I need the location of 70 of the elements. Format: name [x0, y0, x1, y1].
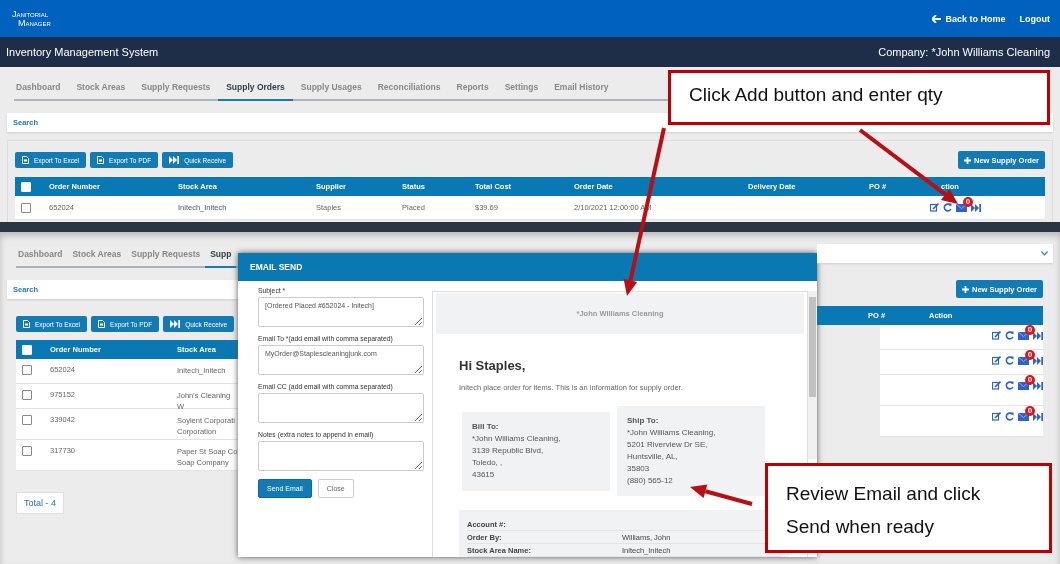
address-text: *John Williams Cleaning, 3139 Republic Blvd, Toledo, , 43615 — [472, 433, 562, 481]
dialog-title: EMAIL SEND — [250, 262, 303, 272]
document-icon — [23, 320, 30, 328]
tab[interactable]: Supply Requests — [133, 82, 219, 101]
app-title: Inventory Management System — [6, 46, 159, 58]
mail-icon[interactable] — [1018, 381, 1029, 390]
scrollbar[interactable] — [808, 291, 817, 459]
edit-icon[interactable] — [992, 356, 1001, 365]
input-field[interactable] — [258, 441, 424, 471]
tab[interactable]: Reports — [448, 82, 497, 101]
tab[interactable]: Reconciliations — [369, 82, 449, 101]
document-icon — [98, 320, 106, 328]
skip-forward-icon[interactable] — [1033, 381, 1043, 390]
address-heading: Bill To: — [472, 421, 500, 433]
arrow — [690, 484, 753, 506]
total-count: Total - 4 — [16, 492, 64, 514]
refresh-icon[interactable] — [1005, 381, 1014, 390]
skip-forward-icon[interactable] — [1033, 412, 1043, 421]
company-name: Company: *John Williams Cleaning — [878, 46, 1050, 58]
callout-text: Click Add button and enter qty — [689, 84, 943, 105]
mail-icon[interactable] — [1018, 356, 1029, 365]
mail-icon[interactable] — [1018, 331, 1029, 340]
checkbox[interactable] — [22, 446, 32, 456]
tab[interactable]: Supply Requests — [126, 249, 206, 268]
plus-icon — [962, 285, 969, 293]
checkbox[interactable] — [22, 365, 32, 375]
skip-forward-icon — [169, 156, 180, 164]
greeting: Hi Staples, — [459, 358, 527, 373]
back-arrow-icon — [932, 14, 942, 23]
count-badge: 0 — [1025, 324, 1035, 335]
edit-icon[interactable] — [992, 331, 1001, 340]
document-icon — [97, 156, 105, 164]
edit-icon[interactable] — [992, 412, 1001, 421]
edit-icon[interactable] — [992, 381, 1001, 390]
checkbox[interactable] — [22, 390, 32, 400]
logout-link[interactable]: Logout — [1019, 13, 1050, 24]
checkbox[interactable] — [21, 202, 31, 213]
tab[interactable]: Supp — [205, 249, 237, 268]
input-field[interactable] — [258, 393, 424, 423]
tab[interactable]: Stock Areas — [67, 249, 127, 268]
count-badge: 0 — [1025, 405, 1035, 416]
tab[interactable]: Supply Usages — [292, 82, 370, 101]
tab[interactable]: Email History — [546, 82, 617, 101]
tab[interactable]: Supply Orders — [218, 82, 293, 101]
skip-forward-icon — [170, 320, 181, 328]
count-badge: 0 — [1025, 349, 1035, 360]
callout-text: Review Email and click Send when ready — [786, 482, 982, 539]
tab[interactable]: Dashboard — [16, 249, 68, 268]
address-heading: Ship To: — [627, 415, 660, 427]
document-icon — [22, 156, 29, 164]
mail-icon[interactable] — [1018, 412, 1029, 421]
tab[interactable]: Settings — [496, 82, 547, 101]
edit-icon[interactable] — [930, 203, 939, 212]
chevron-icon[interactable] — [1041, 251, 1048, 256]
count-badge: 0 — [1025, 374, 1035, 385]
back-link[interactable]: Back to Home — [932, 13, 1006, 24]
address-text: *John Williams Cleaning, 5201 Riverview Dr SE, Huntsville, AL, 35803 (880) 565-12 — [627, 427, 717, 487]
skip-forward-icon[interactable] — [1033, 356, 1043, 365]
refresh-icon[interactable] — [1005, 412, 1014, 421]
checkbox[interactable] — [22, 415, 32, 425]
refresh-icon[interactable] — [1005, 356, 1014, 365]
refresh-icon[interactable] — [943, 203, 952, 212]
count-badge: 0 — [963, 196, 973, 207]
refresh-icon[interactable] — [1005, 331, 1014, 340]
logo[interactable]: Janitorial Manager — [12, 9, 51, 28]
plus-icon — [964, 156, 971, 164]
skip-forward-icon[interactable] — [1033, 331, 1043, 340]
skip-forward-icon[interactable] — [971, 203, 981, 212]
tab[interactable]: Dashboard — [14, 82, 69, 101]
tab[interactable]: Stock Areas — [68, 82, 134, 101]
